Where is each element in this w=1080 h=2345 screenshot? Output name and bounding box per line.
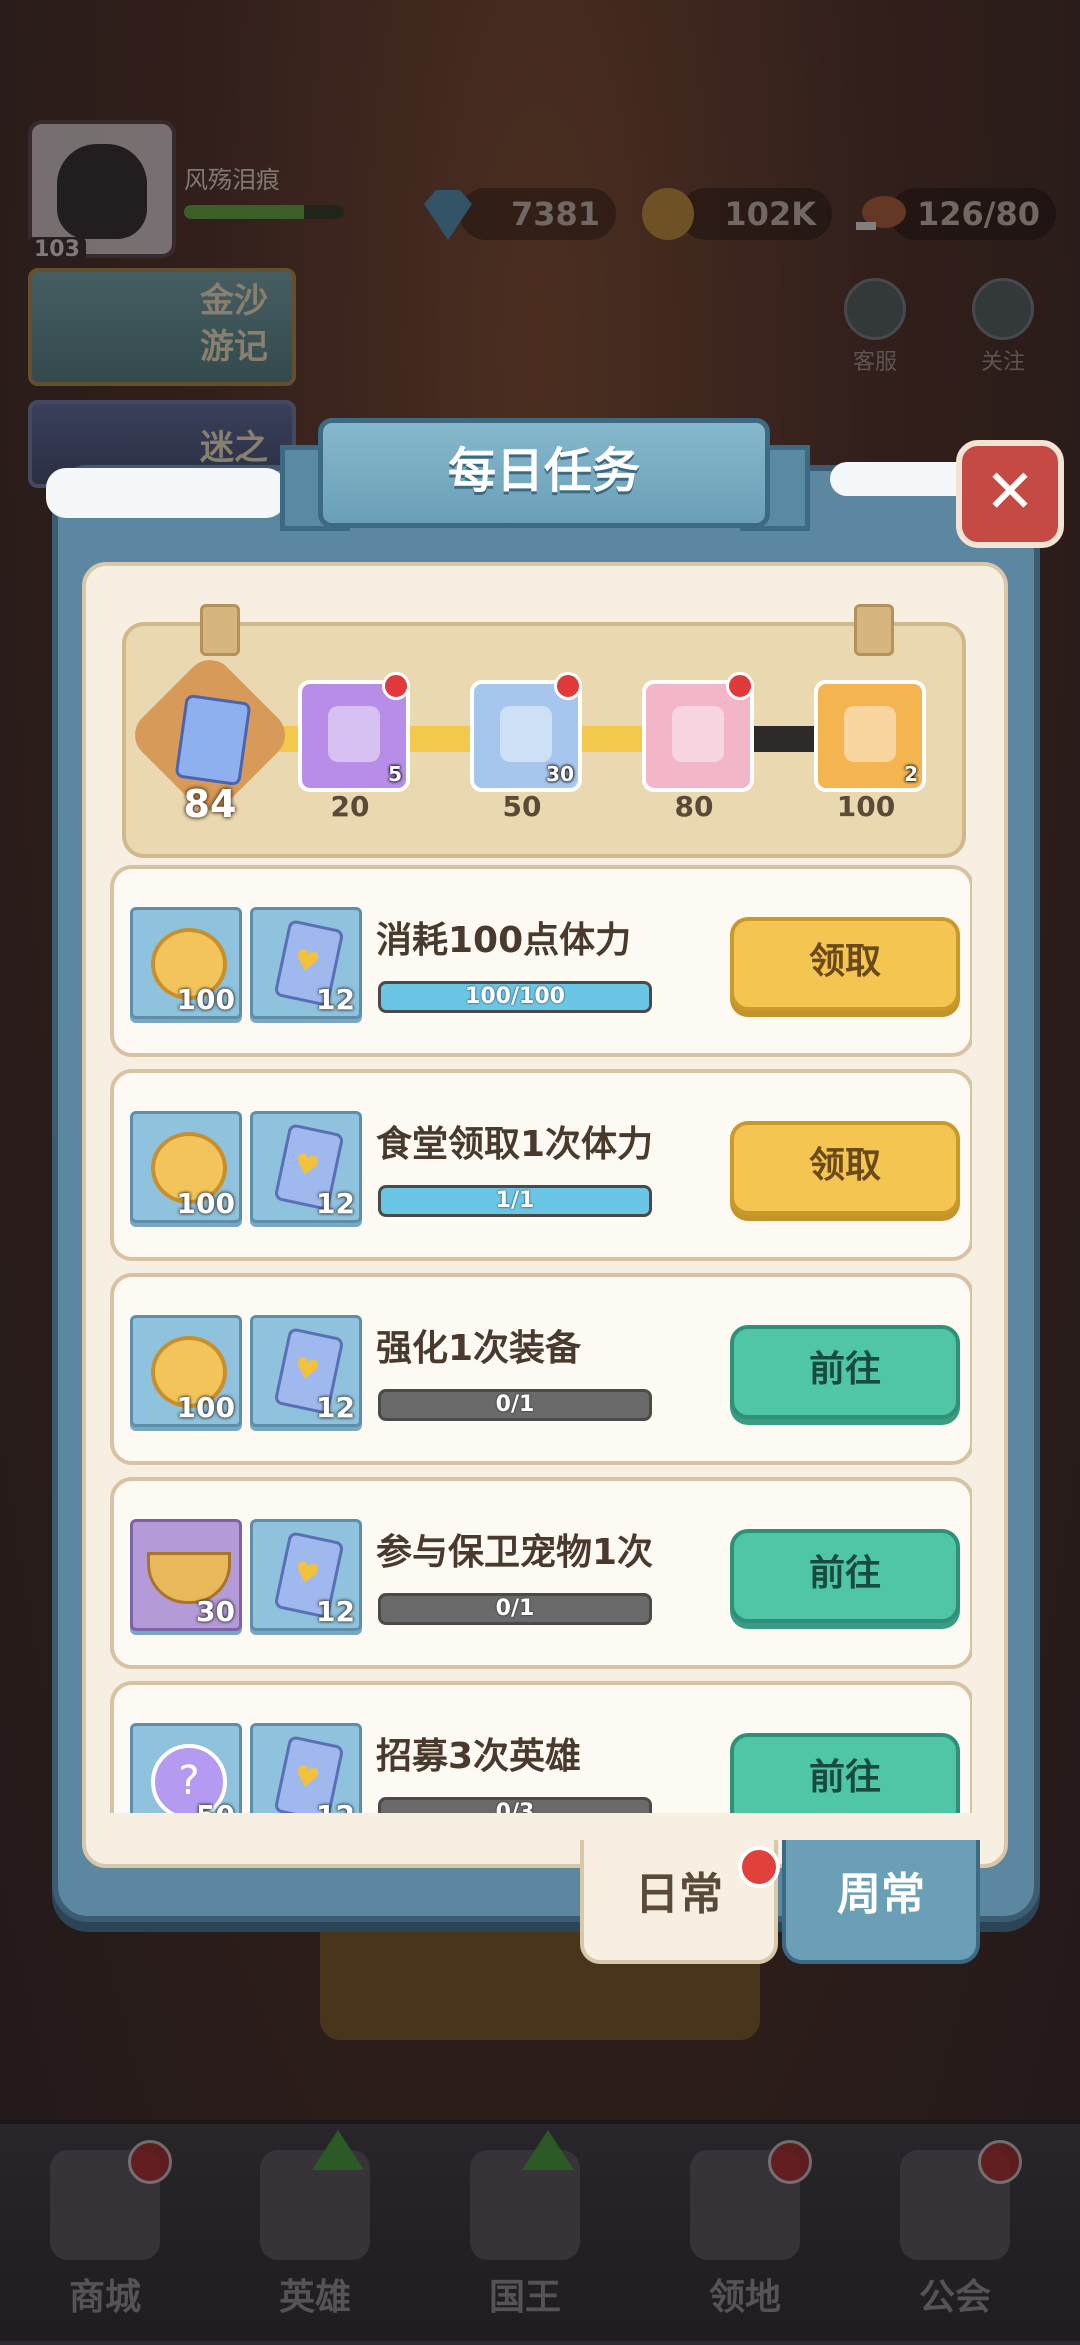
reward-count: 100 — [176, 983, 235, 1016]
milestone-threshold: 50 — [502, 790, 542, 823]
tab-daily-label: 日常 — [635, 1869, 723, 1920]
milestone-count: 2 — [904, 762, 918, 786]
task-list[interactable]: 100 12 消耗100点体力 100/100 领取 100 12 食堂领取1次体力 1/1 领取… — [110, 865, 972, 1813]
reward-item[interactable]: 12 — [250, 1111, 362, 1223]
task-progress-text: 0/1 — [495, 1392, 535, 1417]
milestone-threshold: 20 — [330, 790, 370, 823]
go-button[interactable]: 前往 — [730, 1733, 960, 1813]
close-button[interactable]: ✕ — [956, 440, 1064, 548]
task-progress-text: 100/100 — [465, 984, 565, 1009]
milestone-count: 30 — [546, 762, 574, 786]
task-row: 30 12 参与保卫宠物1次 0/1 前往 — [110, 1477, 972, 1669]
task-title: 参与保卫宠物1次 — [376, 1532, 654, 1573]
milestone-reward-100[interactable]: 2 — [814, 680, 926, 792]
activity-points-value: 84 — [183, 782, 237, 826]
task-progress-bar: 0/1 — [378, 1593, 652, 1625]
go-button[interactable]: 前往 — [730, 1325, 960, 1419]
action-button-label: 前往 — [808, 1757, 881, 1798]
task-title: 食堂领取1次体力 — [376, 1124, 654, 1165]
reward-item[interactable]: 12 — [250, 1723, 362, 1813]
close-icon: ✕ — [984, 457, 1036, 527]
task-row: ?50 12 招募3次英雄 0/3 前往 — [110, 1681, 972, 1813]
snow-decoration — [46, 468, 286, 518]
reward-item[interactable]: 12 — [250, 1519, 362, 1631]
reward-item[interactable]: 12 — [250, 1315, 362, 1427]
card-icon — [174, 693, 252, 787]
notification-dot — [382, 672, 410, 700]
task-progress-bar: 1/1 — [378, 1185, 652, 1217]
task-title: 招募3次英雄 — [376, 1736, 582, 1777]
reward-count: 12 — [316, 1799, 355, 1813]
reward-count: 12 — [316, 1595, 355, 1628]
reward-count: 30 — [196, 1595, 235, 1628]
compass-emblem-icon — [672, 706, 724, 762]
notification-dot — [554, 672, 582, 700]
reward-count: 50 — [196, 1799, 235, 1813]
task-progress-text: 0/1 — [495, 1596, 535, 1621]
orange-crystal-icon — [844, 706, 896, 762]
task-title: 强化1次装备 — [376, 1328, 582, 1369]
milestone-threshold: 100 — [836, 790, 896, 823]
scroll-book-icon — [328, 706, 380, 762]
modal-title: 每日任务 — [318, 418, 770, 528]
reward-item[interactable]: 12 — [250, 907, 362, 1019]
tab-daily-notification-dot — [738, 1846, 780, 1888]
pin-icon — [854, 604, 894, 656]
claim-button[interactable]: 领取 — [730, 917, 960, 1011]
reward-item[interactable]: 100 — [130, 1315, 242, 1427]
task-row: 100 12 强化1次装备 0/1 前往 — [110, 1273, 972, 1465]
tab-weekly[interactable]: 周常 — [782, 1840, 980, 1964]
reward-count: 100 — [176, 1187, 235, 1220]
milestone-count: 5 — [388, 762, 402, 786]
task-progress-bar: 100/100 — [378, 981, 652, 1013]
reward-count: 12 — [316, 1391, 355, 1424]
task-progress-text: 0/3 — [495, 1800, 535, 1813]
task-progress-bar: 0/1 — [378, 1389, 652, 1421]
task-title: 消耗100点体力 — [376, 920, 632, 961]
task-row: 100 12 消耗100点体力 100/100 领取 — [110, 865, 972, 1057]
action-button-label: 领取 — [808, 941, 881, 982]
tab-weekly-label: 周常 — [837, 1869, 925, 1920]
task-progress-text: 1/1 — [495, 1188, 535, 1213]
reward-item[interactable]: 100 — [130, 1111, 242, 1223]
pin-icon — [200, 604, 240, 656]
go-button[interactable]: 前往 — [730, 1529, 960, 1623]
mystery-scroll-icon — [500, 706, 552, 762]
action-button-label: 领取 — [808, 1145, 881, 1186]
claim-button[interactable]: 领取 — [730, 1121, 960, 1215]
reward-item[interactable]: 30 — [130, 1519, 242, 1631]
action-button-label: 前往 — [808, 1349, 881, 1390]
action-button-label: 前往 — [808, 1553, 881, 1594]
task-progress-bar: 0/3 — [378, 1797, 652, 1813]
reward-item[interactable]: ?50 — [130, 1723, 242, 1813]
milestone-threshold: 80 — [674, 790, 714, 823]
reward-count: 12 — [316, 1187, 355, 1220]
notification-dot — [726, 672, 754, 700]
reward-item[interactable]: 100 — [130, 907, 242, 1019]
reward-count: 100 — [176, 1391, 235, 1424]
task-row: 100 12 食堂领取1次体力 1/1 领取 — [110, 1069, 972, 1261]
reward-count: 12 — [316, 983, 355, 1016]
